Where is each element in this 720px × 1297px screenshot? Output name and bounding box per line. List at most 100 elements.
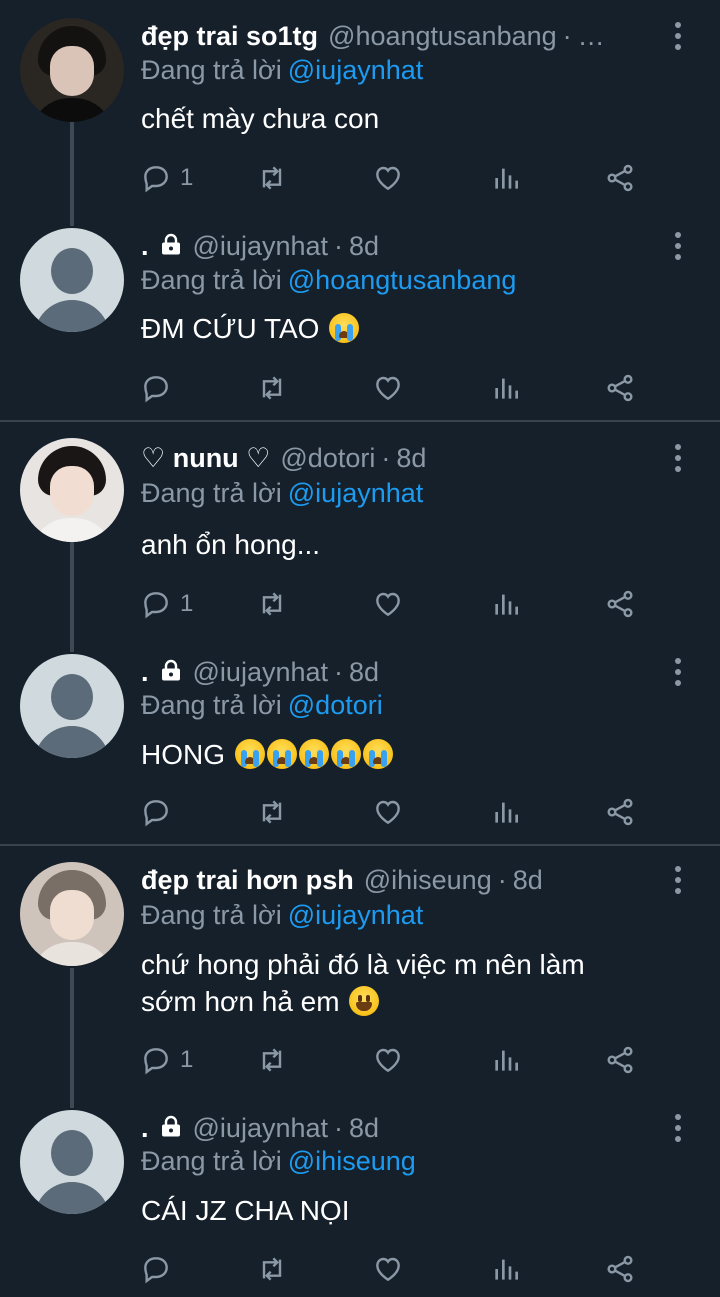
analytics-icon (495, 594, 518, 615)
retweet-icon (262, 376, 282, 400)
crying-emoji (330, 739, 361, 769)
more-icon[interactable] (666, 226, 690, 266)
display-name[interactable]: đẹp trai so1tg (141, 21, 318, 52)
user-handle[interactable]: @hoangtusanbang (328, 21, 557, 52)
user-handle[interactable]: @iujaynhat (193, 657, 329, 688)
retweet-button[interactable] (256, 158, 288, 198)
analytics-button[interactable] (490, 1249, 522, 1289)
reply-button[interactable] (140, 792, 172, 832)
reply-button[interactable]: 1 (140, 158, 193, 198)
avatar[interactable] (20, 438, 124, 542)
retweet-button[interactable] (256, 792, 288, 832)
timestamp[interactable]: 8d (396, 443, 426, 474)
tweet-text-line-2: sớm hơn hả em (141, 983, 681, 1020)
share-button[interactable] (604, 368, 636, 408)
tweet[interactable]: đẹp trai hơn psh @ihiseung · 8d Đang trả… (0, 846, 720, 1092)
like-icon (376, 1048, 400, 1073)
mention-link[interactable]: @dotori (288, 690, 383, 720)
analytics-button[interactable] (490, 368, 522, 408)
retweet-button[interactable] (256, 1040, 288, 1080)
tweet-header: . @iujaynhat · 8d (141, 226, 661, 266)
avatar[interactable] (20, 1110, 124, 1214)
analytics-button[interactable] (490, 584, 522, 624)
retweet-button[interactable] (256, 368, 288, 408)
tweet[interactable]: . @iujaynhat · 8d Đang trả lời @dotori HO… (0, 636, 720, 844)
reply-button[interactable] (140, 1249, 172, 1289)
more-icon[interactable] (666, 16, 690, 56)
mention-link[interactable]: @iujaynhat (288, 55, 424, 85)
more-icon[interactable] (666, 652, 690, 692)
tweet[interactable]: . @iujaynhat · 8d Đang trả lời @ihiseung … (0, 1092, 720, 1297)
like-button[interactable] (372, 584, 404, 624)
retweet-button[interactable] (256, 1249, 288, 1289)
separator: · (334, 230, 344, 261)
analytics-icon (495, 168, 518, 189)
retweet-button[interactable] (256, 584, 288, 624)
reply-button[interactable] (140, 368, 172, 408)
like-button[interactable] (372, 368, 404, 408)
like-button[interactable] (372, 1040, 404, 1080)
tweet-text-line: chứ hong phải đó là việc m nên làm (141, 949, 585, 980)
separator: · (334, 656, 344, 687)
display-name[interactable]: . (141, 231, 149, 262)
more-icon[interactable] (666, 1108, 690, 1148)
analytics-button[interactable] (490, 792, 522, 832)
share-button[interactable] (604, 792, 636, 832)
mention-link[interactable]: @ihiseung (288, 1146, 416, 1176)
display-name[interactable]: đẹp trai hơn psh (141, 865, 354, 896)
mention-link[interactable]: @hoangtusanbang (288, 265, 517, 295)
display-name[interactable]: . (141, 1113, 149, 1144)
timestamp[interactable]: … (578, 21, 605, 52)
tweet-text-content: chết mày chưa con (141, 103, 380, 134)
timestamp[interactable]: 8d (349, 231, 379, 262)
share-button[interactable] (604, 1249, 636, 1289)
tweet[interactable]: đẹp trai so1tg @hoangtusanbang · … Đang … (0, 0, 720, 210)
tweet[interactable]: . @iujaynhat · 8d Đang trả lời @hoangtusa… (0, 210, 720, 420)
reply-button[interactable]: 1 (140, 1040, 193, 1080)
retweet-icon (262, 1048, 282, 1072)
tweet[interactable]: ♡ nunu ♡ @dotori · 8d Đang trả lời @iujay… (0, 422, 720, 636)
separator: · (562, 20, 572, 51)
display-name[interactable]: . (141, 657, 149, 688)
user-handle[interactable]: @iujaynhat (193, 231, 329, 262)
mention-link[interactable]: @iujaynhat (288, 900, 424, 930)
lock-icon (161, 659, 180, 681)
lock-icon (161, 233, 180, 255)
mention-link[interactable]: @iujaynhat (288, 478, 424, 508)
crying-emoji (298, 739, 329, 769)
replying-to-label: Đang trả lời (141, 265, 282, 295)
like-button[interactable] (372, 792, 404, 832)
tweet-text-content: ĐM CỨU TAO (141, 313, 320, 344)
analytics-button[interactable] (490, 1040, 522, 1080)
share-button[interactable] (604, 158, 636, 198)
analytics-button[interactable] (490, 158, 522, 198)
avatar[interactable] (20, 18, 124, 122)
like-button[interactable] (372, 158, 404, 198)
replying-to: Đang trả lời @hoangtusanbang (141, 265, 516, 296)
share-button[interactable] (604, 1040, 636, 1080)
reply-count: 1 (180, 590, 194, 617)
tweet-header: đẹp trai so1tg @hoangtusanbang · … (141, 16, 661, 56)
reply-button[interactable]: 1 (140, 584, 193, 624)
user-handle[interactable]: @dotori (280, 443, 375, 474)
timestamp[interactable]: 8d (349, 1113, 379, 1144)
timestamp[interactable]: 8d (513, 865, 543, 896)
more-icon[interactable] (666, 438, 690, 478)
action-bar: 1 (0, 584, 720, 624)
avatar[interactable] (20, 862, 124, 966)
avatar[interactable] (20, 654, 124, 758)
share-icon (607, 164, 633, 192)
timestamp[interactable]: 8d (349, 657, 379, 688)
display-name[interactable]: ♡ nunu ♡ (141, 443, 270, 474)
user-handle[interactable]: @iujaynhat (193, 1113, 329, 1144)
avatar[interactable] (20, 228, 124, 332)
reply-icon (144, 376, 168, 403)
like-icon (376, 592, 400, 617)
lock-icon (161, 1115, 180, 1137)
share-button[interactable] (604, 584, 636, 624)
reply-icon (144, 166, 168, 193)
crying-emoji (234, 739, 265, 769)
more-icon[interactable] (666, 860, 690, 900)
user-handle[interactable]: @ihiseung (364, 865, 492, 896)
like-button[interactable] (372, 1249, 404, 1289)
